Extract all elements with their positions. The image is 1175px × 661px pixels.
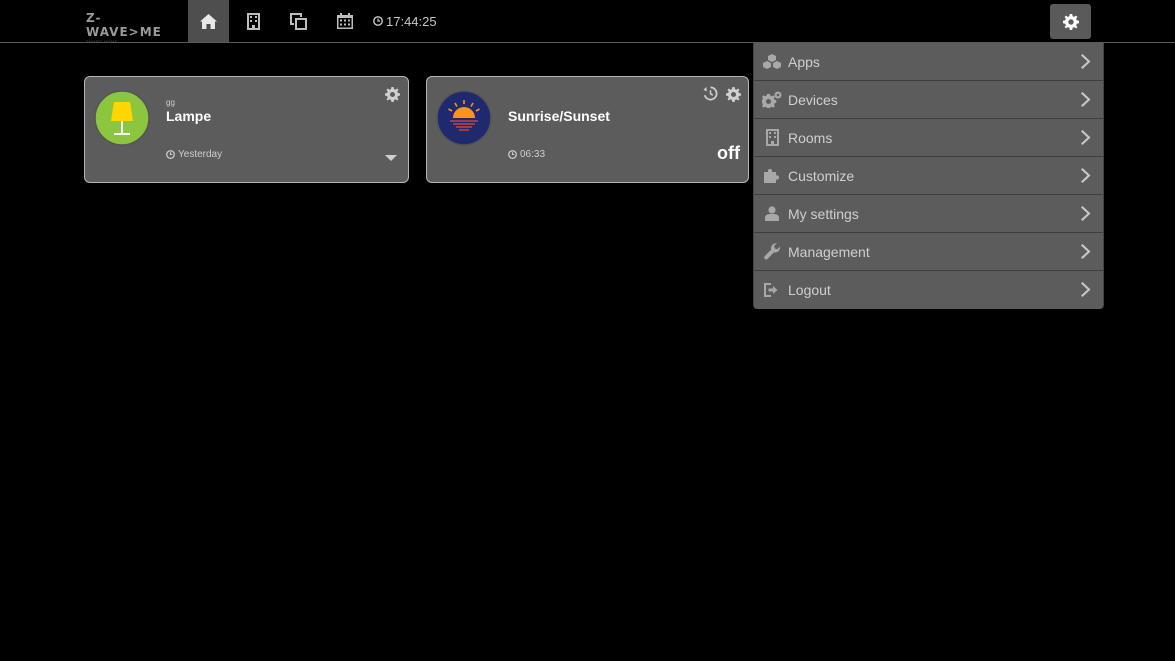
top-bar: Z-WAVE>ME SMART HOME 17:44:25 [0,0,1175,44]
nav-home[interactable] [188,0,229,42]
chevron-right-icon [1081,244,1093,260]
widget-icon-lamp[interactable] [94,90,150,146]
widget-time-text: Yesterday [178,149,223,160]
widget-state-toggle[interactable]: off [717,143,740,164]
menu-item-logout[interactable]: Logout [754,271,1103,309]
clock-time: 17:44:25 [386,13,437,29]
menu-item-management[interactable]: Management [754,233,1103,271]
menu-item-label: Logout [788,282,831,298]
widget-level: gg [166,98,175,107]
user-icon [762,204,782,224]
nav-rooms[interactable] [240,0,266,42]
logo-text: Z-WAVE>ME [86,11,162,39]
widget-expand-button[interactable] [385,149,397,161]
cubes-icon [762,52,782,72]
widget-lamp: gg Lampe Yesterday [84,76,409,183]
settings-menu: Apps Devices Rooms Customize My settings… [753,43,1104,309]
chevron-right-icon [1081,92,1093,108]
gear-icon [725,86,741,102]
history-icon [703,86,718,101]
menu-item-label: Devices [788,91,838,108]
wrench-icon [762,242,782,262]
clock-icon [508,150,517,159]
widget-sunrise-sunset: Sunrise/Sunset 06:33 off [426,76,749,183]
nav-events[interactable] [332,0,358,42]
widget-icon-sunrise[interactable] [436,90,492,146]
nav-elements[interactable] [285,0,311,42]
widget-settings-button[interactable] [384,86,400,102]
menu-item-rooms[interactable]: Rooms [754,119,1103,157]
home-icon [200,13,217,29]
menu-item-label: My settings [788,205,859,222]
sign-out-icon [762,280,782,300]
clock-icon [166,150,175,159]
puzzle-icon [762,166,782,186]
chevron-right-icon [1081,282,1093,298]
chevron-right-icon [1081,54,1093,70]
widget-title[interactable]: Sunrise/Sunset [508,108,610,124]
clock: 17:44:25 [373,12,437,30]
widget-title[interactable]: Lampe [166,108,211,124]
chevron-right-icon [1081,206,1093,222]
sunrise-icon [436,90,492,146]
clock-icon [373,16,383,26]
menu-item-devices[interactable]: Devices [754,81,1103,119]
logo-subtitle: SMART HOME [86,39,118,44]
menu-item-my-settings[interactable]: My settings [754,195,1103,233]
logo[interactable]: Z-WAVE>ME SMART HOME [86,11,172,44]
menu-item-label: Rooms [788,129,833,146]
calendar-icon [337,13,353,29]
clone-icon [289,12,307,30]
menu-item-label: Customize [788,167,855,184]
gear-icon [384,86,400,102]
cogs-icon [762,90,782,110]
menu-item-label: Apps [788,53,820,70]
gear-icon [1062,13,1079,30]
caret-down-icon [385,155,397,161]
widget-update-time: 06:33 [508,149,545,160]
widget-settings-button[interactable] [725,86,741,102]
widget-history-button[interactable] [703,86,719,102]
building-icon [246,12,260,30]
lamp-icon [94,90,150,146]
settings-button[interactable] [1050,4,1091,39]
menu-item-apps[interactable]: Apps [754,43,1103,81]
chevron-right-icon [1081,130,1093,146]
menu-item-customize[interactable]: Customize [754,157,1103,195]
chevron-right-icon [1081,168,1093,184]
widget-time-text: 06:33 [520,149,546,160]
building-icon [762,128,782,148]
widget-update-time: Yesterday [166,149,222,160]
menu-item-label: Management [788,243,870,260]
